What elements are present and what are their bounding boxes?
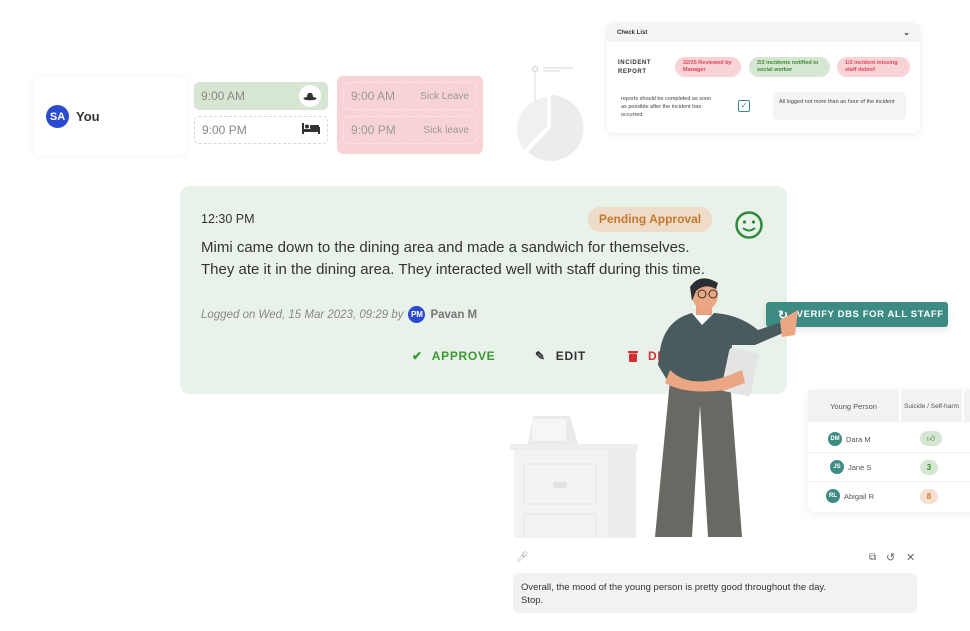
log-time: 12:30 PM [201, 212, 255, 226]
table-row[interactable]: RL Abigail R 8 [808, 482, 970, 511]
status-pill: 32/35 Reviewed by Manager [675, 57, 741, 77]
column-header: Young Person [808, 390, 899, 422]
transcript-line: Stop. [521, 595, 544, 606]
log-text: Mimi came down to the dining area and ma… [201, 239, 705, 278]
microphone-icon[interactable]: 🎤︎ [516, 552, 529, 563]
person-name: Dara M [846, 434, 871, 444]
verify-dbs-label: VERIFY DBS FOR ALL STAFF [796, 309, 944, 320]
person-name: Jane S [848, 462, 872, 472]
cabinet-illustration [510, 416, 638, 538]
edit-icon: ✎ [535, 349, 546, 363]
transcript-line: Overall, the mood of the young person is… [521, 582, 827, 593]
slot-time: 9:00 PM [202, 123, 247, 137]
close-icon[interactable]: ✕ [906, 551, 915, 564]
checklist-panel: Check List ⌄ INCIDENT REPORT 32/35 Revie… [607, 23, 920, 133]
approve-label: APPROVE [431, 349, 496, 363]
chevron-down-icon[interactable]: ⌄ [903, 28, 910, 37]
edit-label: EDIT [555, 349, 586, 363]
status-pill: 1/2 incident missing staff debref [837, 57, 910, 77]
check-icon: ✔ [412, 349, 423, 363]
status-badge: Pending Approval [588, 207, 712, 232]
shift-slot-night[interactable]: 9:00 PM [194, 116, 328, 144]
person-name: Abigail R [844, 491, 875, 501]
table-row[interactable]: DM Dara M 👍︎ [808, 425, 970, 453]
leave-label: Sick Leave [420, 90, 469, 102]
avatar: JS [830, 460, 844, 474]
column-header: Suicide / Self-harm [901, 390, 962, 422]
checkbox[interactable]: ✓ [738, 100, 750, 112]
pie-chart-illustration [517, 66, 584, 161]
score-badge: 3 [920, 460, 938, 475]
copy-icon[interactable]: ⧉ [869, 552, 876, 563]
thumbs-up-icon: 👍︎ [920, 431, 942, 446]
leave-slot[interactable]: 9:00 AM Sick Leave [343, 82, 477, 110]
shift-slot-morning[interactable]: 9:00 AM [194, 82, 328, 110]
score-badge: 8 [920, 489, 938, 504]
voice-transcript[interactable]: Overall, the mood of the young person is… [513, 573, 917, 613]
status-pill: 2/2 incidents notified to social worker [749, 57, 830, 77]
requirement-text: reports should be completed as soon as p… [621, 96, 712, 118]
young-person-table: Young Person Suicide / Self-harm DM Dara … [808, 390, 970, 512]
shift-user-card: SA You [34, 77, 186, 155]
edit-button[interactable]: ✎ EDIT [535, 349, 586, 363]
section-title: INCIDENT REPORT [618, 60, 652, 75]
avatar: DM [828, 432, 842, 446]
user-name: You [76, 109, 100, 124]
approve-button[interactable]: ✔ APPROVE [412, 349, 495, 363]
smiley-icon [735, 211, 763, 239]
hat-icon [299, 85, 321, 107]
checklist-header[interactable]: Check List ⌄ [607, 23, 920, 42]
sick-leave-block: 9:00 AM Sick Leave 9:00 PM Sick leave [337, 76, 483, 154]
leave-label: Sick leave [423, 124, 469, 136]
person-illustration [655, 278, 798, 537]
leave-time: 9:00 PM [351, 123, 396, 137]
leave-time: 9:00 AM [351, 89, 396, 103]
leave-slot[interactable]: 9:00 PM Sick leave [343, 116, 477, 144]
avatar: RL [826, 489, 840, 503]
table-row[interactable]: JS Jane S 3 [808, 453, 970, 482]
bed-icon [302, 123, 320, 137]
checklist-title: Check List [617, 29, 648, 36]
avatar: SA [46, 105, 69, 128]
author-name: Pavan M [430, 308, 478, 321]
note-box: All logged not more than an hour of the … [773, 92, 906, 120]
author-avatar: PM [408, 306, 426, 323]
undo-icon[interactable]: ↺ [886, 551, 895, 564]
slot-time: 9:00 AM [201, 89, 246, 103]
logged-meta: Logged on Wed, 15 Mar 2023, 09:29 by [201, 308, 404, 321]
